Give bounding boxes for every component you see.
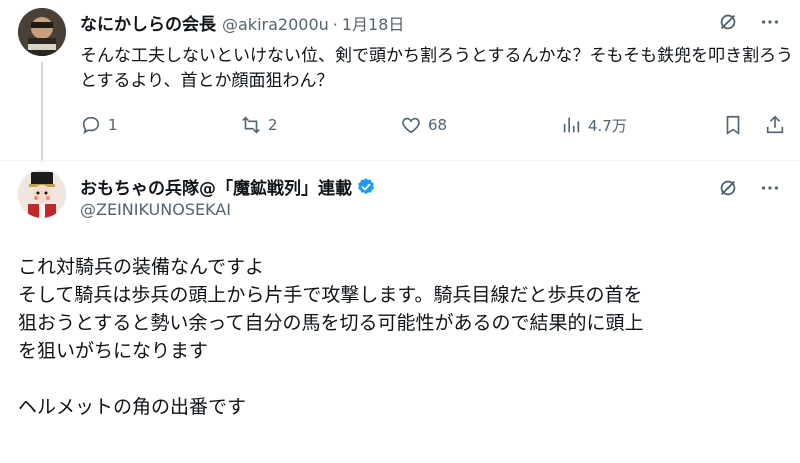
- reply-tweet-text: そんな工夫しないといけない位、剣で頭かち割ろうとするんかな？そもそも鉄兜を叩き割…: [80, 46, 794, 91]
- views-button[interactable]: 4.7万: [560, 114, 627, 136]
- tweet-divider: [0, 160, 800, 161]
- reply-author-handle[interactable]: @akira2000u: [222, 15, 329, 34]
- header-separator: ·: [332, 15, 338, 34]
- tweet-line: これ対騎兵の装備なんですよ: [18, 256, 265, 278]
- like-count: 68: [428, 116, 448, 134]
- avatar-main-author[interactable]: [18, 170, 66, 218]
- main-tweet-text: これ対騎兵の装備なんですよ そして騎兵は歩兵の頭上から片手で攻撃します。騎兵目線…: [18, 253, 793, 421]
- share-icon: [766, 115, 784, 134]
- main-tweet-top-actions: [716, 176, 782, 200]
- share-button[interactable]: [764, 114, 786, 136]
- reply-count: 1: [108, 116, 118, 134]
- tweet-line: 狙おうとすると勢い余って自分の馬を切る可能性があるので結果的に頭上: [18, 312, 644, 334]
- more-icon[interactable]: [758, 176, 782, 200]
- reply-tweet-header: なにかしらの会長 @akira2000u · 1月18日: [80, 10, 405, 35]
- view-count: 4.7万: [588, 116, 627, 135]
- tweet-blank-line: [18, 365, 793, 393]
- more-icon[interactable]: [758, 10, 782, 34]
- reply-tweet-action-bar: 1 2 68 4.7万: [80, 114, 790, 144]
- grok-icon[interactable]: [716, 176, 740, 200]
- grok-icon[interactable]: [716, 10, 740, 34]
- bookmark-button[interactable]: [722, 114, 744, 136]
- reply-icon: [82, 116, 100, 135]
- reply-author-name[interactable]: なにかしらの会長: [80, 10, 216, 35]
- reply-tweet-date[interactable]: 1月18日: [342, 11, 405, 35]
- verified-badge-icon: [358, 177, 374, 194]
- like-icon: [402, 117, 420, 134]
- tweet-line: ヘルメットの角の出番です: [18, 396, 247, 418]
- main-tweet-author-row: おもちゃの兵隊@「魔鉱戦列」連載: [80, 174, 376, 199]
- thread-line: [41, 62, 43, 162]
- like-button[interactable]: 68: [400, 114, 447, 136]
- tweet-line: を狙いがちになります: [18, 340, 209, 362]
- tweet-line: そして騎兵は歩兵の頭上から片手で攻撃します。騎兵目線だと歩兵の首を: [18, 284, 643, 306]
- views-icon: [563, 117, 580, 133]
- reply-button[interactable]: 1: [80, 114, 118, 136]
- avatar-reply-author[interactable]: [18, 8, 66, 56]
- retweet-count: 2: [268, 116, 278, 134]
- retweet-button[interactable]: 2: [240, 114, 278, 136]
- reply-tweet-top-actions: [716, 10, 782, 34]
- main-author-handle[interactable]: @ZEINIKUNOSEKAI: [80, 200, 231, 219]
- retweet-icon: [242, 116, 260, 134]
- bookmark-icon: [726, 115, 740, 135]
- main-author-name[interactable]: おもちゃの兵隊@「魔鉱戦列」連載: [80, 174, 352, 199]
